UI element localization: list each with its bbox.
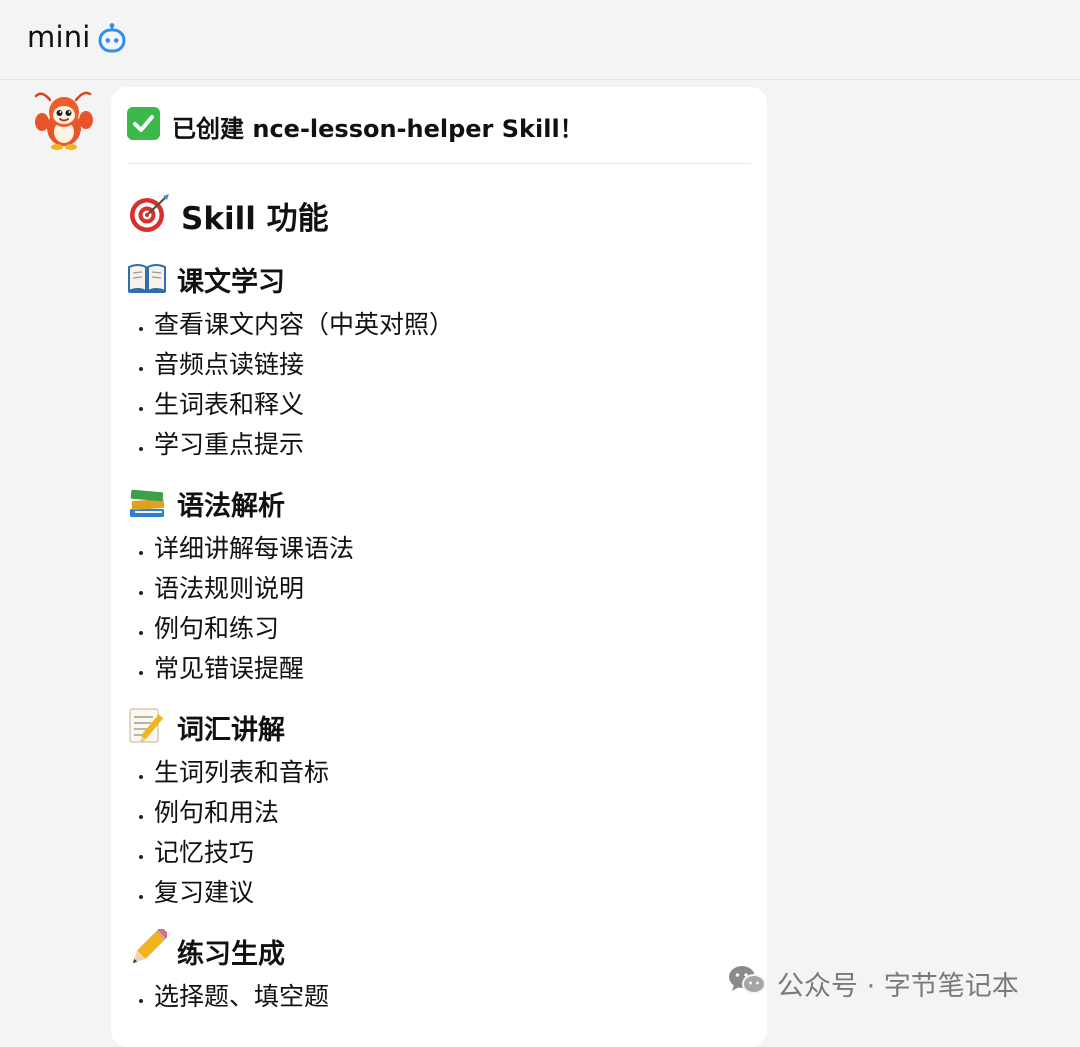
target-emoji-icon bbox=[130, 194, 169, 232]
watermark-text: 公众号 · 字节笔记本 bbox=[777, 971, 1019, 1002]
list-item: 学习重点提示 bbox=[127, 425, 751, 465]
section-practice: 练习生成 选择题、填空题 bbox=[127, 929, 751, 1017]
wechat-icon bbox=[729, 966, 766, 994]
robot-icon[interactable] bbox=[96, 22, 128, 54]
open-book-emoji-icon bbox=[128, 264, 166, 293]
section-lesson-study: 课文学习 查看课文内容（中英对照） 音频点读链接 生词表和释义 学习重点提示 bbox=[127, 257, 751, 465]
feature-list: 查看课文内容（中英对照） 音频点读链接 生词表和释义 学习重点提示 bbox=[127, 305, 751, 465]
list-item: 查看课文内容（中英对照） bbox=[127, 305, 751, 345]
memo-emoji-icon bbox=[129, 708, 164, 743]
app-title: mini bbox=[27, 20, 91, 54]
list-item: 记忆技巧 bbox=[127, 833, 751, 873]
list-item: 例句和用法 bbox=[127, 793, 751, 833]
section-heading: 课文学习 bbox=[127, 257, 751, 298]
list-item: 常见错误提醒 bbox=[127, 649, 751, 689]
section-heading: 词汇讲解 bbox=[127, 705, 751, 746]
list-item: 复习建议 bbox=[127, 873, 751, 913]
message-title: 已创建 nce-lesson-helper Skill！ bbox=[172, 115, 584, 143]
top-bar: mini bbox=[0, 0, 1080, 80]
feature-list: 详细讲解每课语法 语法规则说明 例句和练习 常见错误提醒 bbox=[127, 529, 751, 689]
list-item: 详细讲解每课语法 bbox=[127, 529, 751, 569]
section-heading: 练习生成 bbox=[127, 929, 751, 970]
list-item: 生词表和释义 bbox=[127, 385, 751, 425]
list-item: 语法规则说明 bbox=[127, 569, 751, 609]
pencil-emoji-icon bbox=[132, 929, 167, 964]
list-item: 生词列表和音标 bbox=[127, 753, 751, 793]
section-vocabulary: 词汇讲解 生词列表和音标 例句和用法 记忆技巧 复习建议 bbox=[127, 705, 751, 913]
feature-list: 生词列表和音标 例句和用法 记忆技巧 复习建议 bbox=[127, 753, 751, 913]
lobster-mascot-avatar[interactable] bbox=[32, 88, 96, 152]
section-heading: 语法解析 bbox=[127, 481, 751, 522]
feature-list: 选择题、填空题 bbox=[127, 977, 751, 1017]
books-emoji-icon bbox=[130, 489, 165, 517]
list-item: 例句和练习 bbox=[127, 609, 751, 649]
list-item: 选择题、填空题 bbox=[127, 977, 751, 1017]
assistant-message-bubble: 已创建 nce-lesson-helper Skill！ Skill 功能 课文… bbox=[111, 87, 767, 1047]
message-title-row: 已创建 nce-lesson-helper Skill！ bbox=[127, 107, 751, 143]
list-item: 音频点读链接 bbox=[127, 345, 751, 385]
check-mark-emoji-icon bbox=[127, 107, 160, 140]
divider bbox=[127, 163, 751, 164]
section-grammar: 语法解析 详细讲解每课语法 语法规则说明 例句和练习 常见错误提醒 bbox=[127, 481, 751, 689]
